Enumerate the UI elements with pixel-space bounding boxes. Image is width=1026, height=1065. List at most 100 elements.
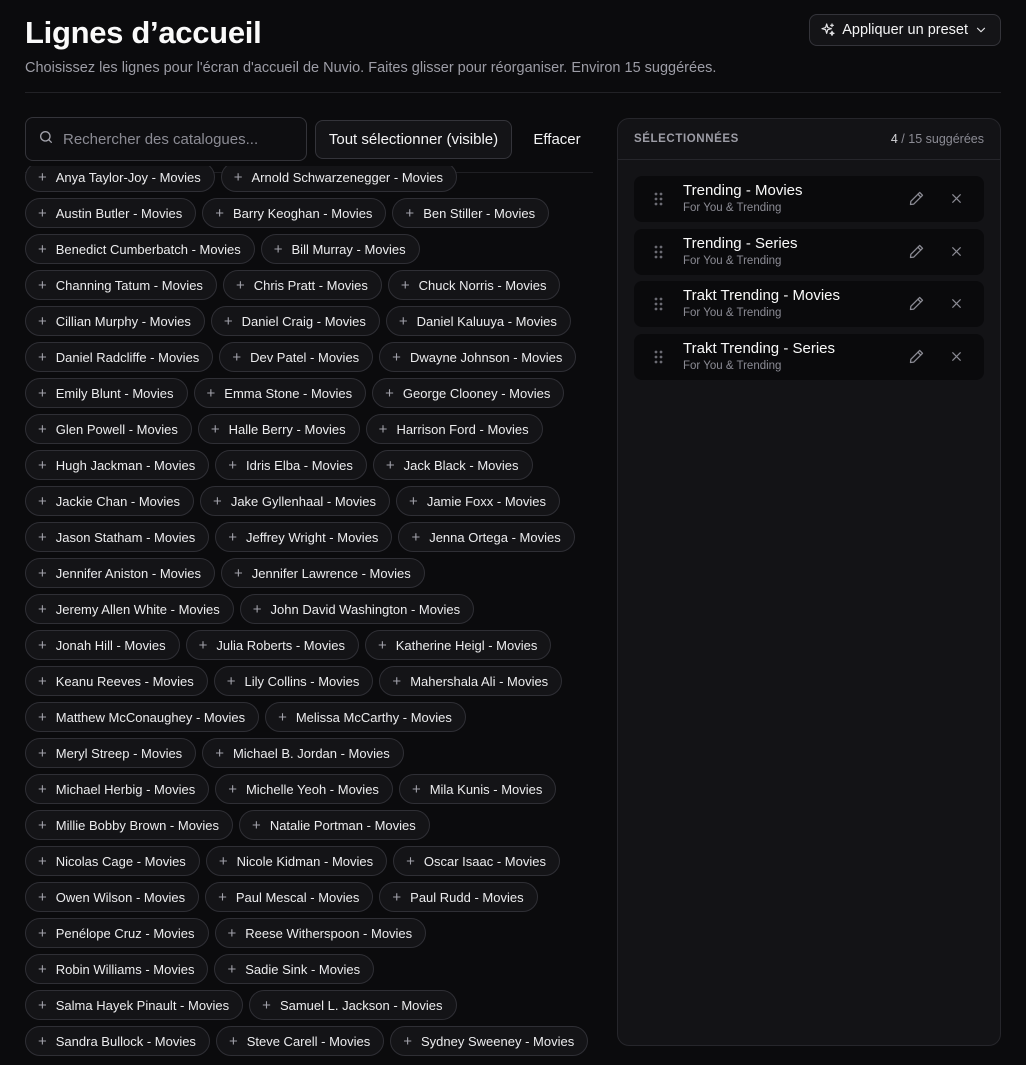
catalog-chip[interactable]: + Millie Bobby Brown - Movies [25,810,234,840]
catalog-chip-row: + Michael Herbig - Movies + Michelle Yeoh -… [25,774,593,804]
catalog-chip[interactable]: + Chuck Norris - Movies [387,270,561,300]
plus-icon: + [409,492,418,510]
catalog-chip[interactable]: + Jennifer Aniston - Movies [25,558,215,588]
catalog-chip[interactable]: + Dev Patel - Movies [219,342,374,372]
catalog-chip[interactable]: + Austin Butler - Movies [25,198,197,228]
catalog-chip[interactable]: + Anya Taylor-Joy - Movies [25,166,215,192]
grip-vertical-icon[interactable] [654,297,663,316]
catalog-chip[interactable]: + Mahershala Ali - Movies [379,666,563,696]
catalog-chip[interactable]: + Lily Collins - Movies [213,666,374,696]
catalog-list[interactable]: + Anya Taylor-Joy - Movies + Arnold Schwarz… [25,166,593,1065]
catalog-chip[interactable]: + Michael Herbig - Movies [25,774,210,804]
catalog-chip[interactable]: + Sandra Bullock - Movies [25,1026,210,1056]
search-input[interactable] [63,130,293,148]
selected-row[interactable]: Trakt Trending - Movies For You & Trendi… [634,281,984,327]
catalog-chip[interactable]: + Jackie Chan - Movies [25,486,195,516]
catalog-chip[interactable]: + Jamie Foxx - Movies [396,486,561,516]
catalog-chip[interactable]: + Hugh Jackman - Movies [25,450,210,480]
catalog-chip-label: Barry Keoghan - Movies [232,205,373,221]
catalog-chip[interactable]: + Halle Berry - Movies [197,414,360,444]
close-icon[interactable] [950,297,963,315]
catalog-chip[interactable]: + Emma Stone - Movies [193,378,367,408]
catalog-chip[interactable]: + George Clooney - Movies [372,378,565,408]
catalog-chip-label: George Clooney - Movies [402,385,551,401]
catalog-chip[interactable]: + Chris Pratt - Movies [222,270,382,300]
clear-button[interactable]: Effacer [521,120,593,159]
search-box[interactable] [25,117,307,161]
catalog-chip[interactable]: + Samuel L. Jackson - Movies [249,990,457,1020]
catalog-chip[interactable]: + Sydney Sweeney - Movies [390,1026,589,1056]
catalog-chip[interactable]: + Arnold Schwarzenegger - Movies [220,166,457,192]
catalog-chip[interactable]: + Channing Tatum - Movies [25,270,217,300]
catalog-chip[interactable]: + Michelle Yeoh - Movies [215,774,393,804]
close-icon[interactable] [950,350,963,368]
catalog-chip[interactable]: + Robin Williams - Movies [25,954,209,984]
catalog-chip[interactable]: + Ben Stiller - Movies [392,198,550,228]
selected-row[interactable]: Trending - Movies For You & Trending [634,176,984,222]
catalog-chip[interactable]: + Steve Carell - Movies [215,1026,385,1056]
catalog-chip[interactable]: + Emily Blunt - Movies [25,378,188,408]
catalog-chip-row: + Daniel Radcliffe - Movies + Dev Patel - M… [25,342,593,372]
catalog-chip-label: Emma Stone - Movies [224,385,353,401]
grip-vertical-icon[interactable] [654,192,663,211]
catalog-chip[interactable]: + Jason Statham - Movies [25,522,210,552]
selected-row[interactable]: Trakt Trending - Series For You & Trendi… [634,333,984,380]
catalog-chip[interactable]: + Jeffrey Wright - Movies [215,522,393,552]
catalog-chip[interactable]: + Matthew McConaughey - Movies [25,702,260,732]
catalog-chip[interactable]: + Idris Elba - Movies [215,450,367,480]
pencil-icon[interactable] [908,348,925,370]
apply-preset-button[interactable]: Appliquer un preset [809,14,1001,46]
catalog-chip[interactable]: + Paul Rudd - Movies [379,882,538,912]
catalog-chip[interactable]: + Oscar Isaac - Movies [393,846,560,876]
catalog-chip[interactable]: + Nicole Kidman - Movies [205,846,388,876]
catalog-chip[interactable]: + Glen Powell - Movies [25,414,192,444]
grip-vertical-icon[interactable] [654,245,663,264]
plus-icon: + [218,888,227,906]
pencil-icon[interactable] [908,243,925,265]
pencil-icon[interactable] [908,190,925,212]
close-icon[interactable] [950,245,963,263]
catalog-chip[interactable]: + Julia Roberts - Movies [185,630,359,660]
catalog-chip[interactable]: + Reese Witherspoon - Movies [214,918,427,948]
catalog-chip[interactable]: + Paul Mescal - Movies [205,882,374,912]
catalog-chip[interactable]: + Michael B. Jordan - Movies [202,738,404,768]
catalog-chip[interactable]: + Mila Kunis - Movies [398,774,557,804]
catalog-chip-row: + Salma Hayek Pinault - Movies + Samuel L. … [25,990,593,1020]
catalog-chip[interactable]: + Jenna Ortega - Movies [398,522,575,552]
catalog-chip[interactable]: + Daniel Kaluuya - Movies [385,306,571,336]
catalog-chip[interactable]: + Jonah Hill - Movies [25,630,180,660]
catalog-chip[interactable]: + Nicolas Cage - Movies [25,846,200,876]
selected-row[interactable]: Trending - Series For You & Trending [634,228,984,275]
catalog-chip[interactable]: + Natalie Portman - Movies [239,810,430,840]
catalog-chip[interactable]: + Harrison Ford - Movies [365,414,543,444]
plus-icon: + [262,996,271,1014]
pencil-icon[interactable] [908,295,925,317]
catalog-chip[interactable]: + Benedict Cumberbatch - Movies [25,234,255,264]
catalog-chip[interactable]: + Jack Black - Movies [372,450,533,480]
close-icon[interactable] [950,192,963,210]
catalog-chip[interactable]: + John David Washington - Movies [239,594,475,624]
catalog-chip[interactable]: + Penélope Cruz - Movies [25,918,209,948]
grip-vertical-icon[interactable] [654,350,663,369]
catalog-chip[interactable]: + Melissa McCarthy - Movies [265,702,466,732]
catalog-chip[interactable]: + Cillian Murphy - Movies [25,306,205,336]
catalog-chip[interactable]: + Bill Murray - Movies [260,234,420,264]
catalog-chip[interactable]: + Owen Wilson - Movies [25,882,200,912]
catalog-chip[interactable]: + Barry Keoghan - Movies [202,198,387,228]
catalog-chip[interactable]: + Salma Hayek Pinault - Movies [25,990,244,1020]
select-all-visible-button[interactable]: Tout sélectionner (visible) [315,120,512,159]
catalog-chip[interactable]: + Jake Gyllenhaal - Movies [200,486,391,516]
catalog-chip-label: Dwayne Johnson - Movies [409,349,563,365]
plus-icon: + [38,384,47,402]
catalog-chip-label: Jamie Foxx - Movies [426,493,547,509]
catalog-chip[interactable]: + Keanu Reeves - Movies [25,666,208,696]
catalog-chip[interactable]: + Daniel Craig - Movies [210,306,380,336]
catalog-chip[interactable]: + Meryl Streep - Movies [25,738,197,768]
catalog-chip-row: + Meryl Streep - Movies + Michael B. Jordan… [25,738,593,768]
catalog-chip[interactable]: + Jeremy Allen White - Movies [25,594,234,624]
catalog-chip[interactable]: + Sadie Sink - Movies [214,954,375,984]
catalog-chip[interactable]: + Dwayne Johnson - Movies [379,342,577,372]
catalog-chip[interactable]: + Jennifer Lawrence - Movies [221,558,425,588]
catalog-chip[interactable]: + Daniel Radcliffe - Movies [25,342,214,372]
catalog-chip[interactable]: + Katherine Heigl - Movies [364,630,552,660]
